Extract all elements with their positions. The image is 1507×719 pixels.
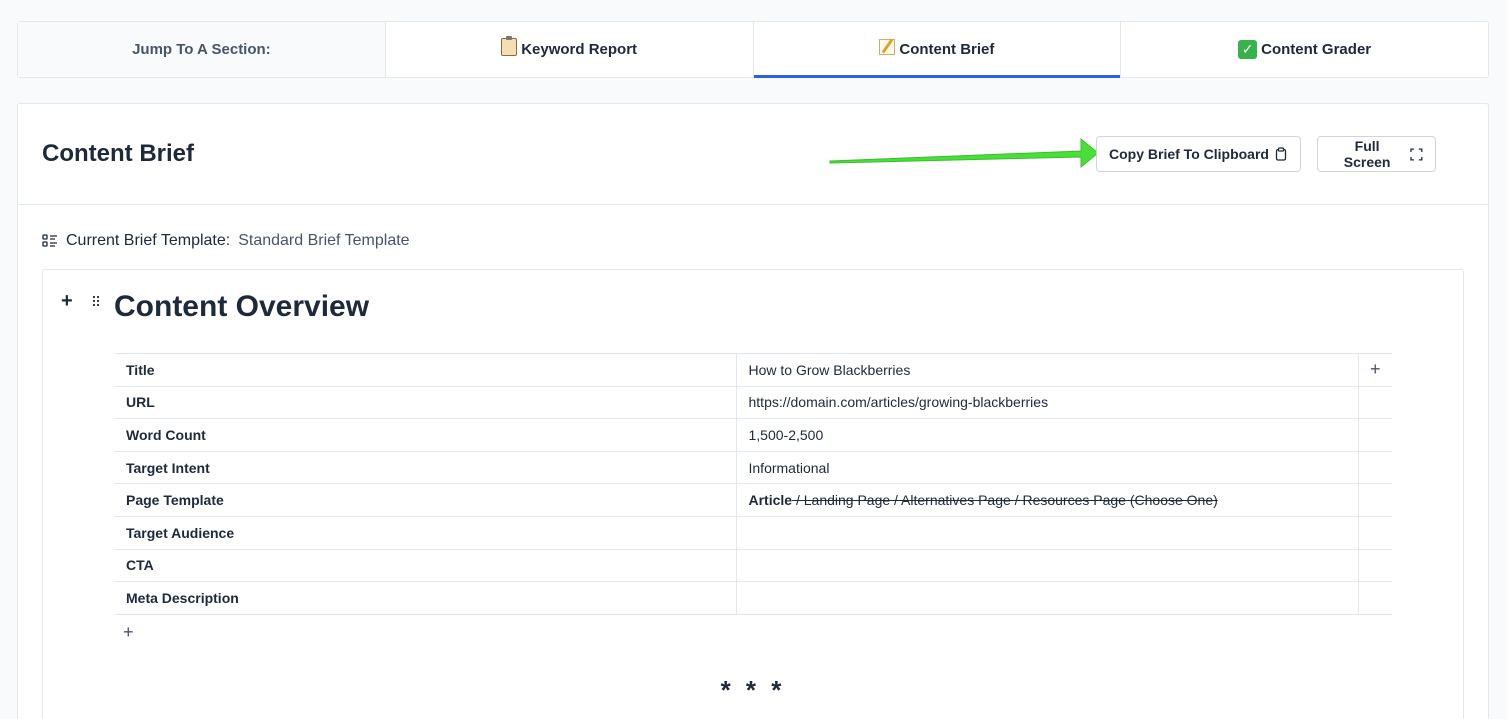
- template-value[interactable]: Standard Brief Template: [238, 232, 409, 250]
- content-brief-panel: Content Brief Copy Brief To Clipboard Fu…: [17, 103, 1489, 719]
- clipboard-icon: [501, 36, 518, 61]
- section-tabs: Jump To A Section: Keyword Report Conten…: [17, 21, 1489, 78]
- template-label: Current Brief Template:: [66, 232, 231, 249]
- table-row: Target Audience: [114, 515, 1392, 550]
- tab-content-grader[interactable]: ✓ Content Grader: [1120, 22, 1488, 77]
- value-bold: Article: [748, 492, 793, 509]
- row-value[interactable]: How to Grow Blackberries: [736, 353, 1359, 387]
- row-key[interactable]: URL: [114, 385, 737, 420]
- table-row: URL https://domain.com/articles/growing-…: [114, 385, 1392, 420]
- brief-editor[interactable]: + Content Overview Title How to Grow Bla…: [42, 269, 1464, 719]
- table-row: CTA: [114, 548, 1392, 583]
- row-value[interactable]: Informational: [736, 450, 1359, 485]
- section-divider: * * *: [720, 675, 786, 705]
- content-overview-table: Title How to Grow Blackberries + URL htt…: [114, 353, 1392, 615]
- template-list-icon: [42, 234, 57, 247]
- table-cell-empty: [1358, 385, 1392, 420]
- row-value[interactable]: https://domain.com/articles/growing-blac…: [736, 385, 1359, 420]
- table-cell-empty: [1358, 418, 1392, 452]
- add-column-icon[interactable]: +: [1358, 353, 1392, 387]
- current-template-line: Current Brief Template: Standard Brief T…: [42, 232, 410, 250]
- check-mark-icon: ✓: [1238, 40, 1258, 59]
- row-value[interactable]: Article / Landing Page / Alternatives Pa…: [736, 483, 1359, 517]
- add-row-icon[interactable]: +: [123, 622, 134, 643]
- row-key[interactable]: Meta Description: [114, 581, 737, 615]
- row-key[interactable]: Page Template: [114, 483, 737, 517]
- tab-jump-label: Jump To A Section:: [18, 22, 385, 77]
- table-row: Page Template Article / Landing Page / A…: [114, 483, 1392, 517]
- copy-brief-button[interactable]: Copy Brief To Clipboard: [1096, 136, 1301, 172]
- full-screen-label: Full Screen: [1343, 138, 1391, 170]
- add-block-icon[interactable]: +: [61, 290, 73, 313]
- tab-keyword-report[interactable]: Keyword Report: [384, 22, 753, 77]
- table-cell-empty: [1358, 483, 1392, 517]
- tab-content-brief-label: Content Brief: [899, 41, 995, 58]
- row-key[interactable]: Target Intent: [114, 450, 737, 485]
- row-key[interactable]: CTA: [114, 548, 737, 583]
- row-key[interactable]: Title: [114, 353, 737, 387]
- table-row: Title How to Grow Blackberries +: [114, 353, 1392, 387]
- tab-keyword-report-label: Keyword Report: [521, 41, 638, 58]
- table-cell-empty: [1358, 515, 1392, 550]
- content-overview-heading: Content Overview: [114, 290, 370, 323]
- row-value[interactable]: 1,500-2,500: [736, 418, 1359, 452]
- memo-icon: [879, 39, 896, 60]
- table-cell-empty: [1358, 548, 1392, 583]
- copy-brief-label: Copy Brief To Clipboard: [1109, 146, 1269, 162]
- tab-content-grader-label: Content Grader: [1261, 41, 1372, 58]
- panel-header: Content Brief Copy Brief To Clipboard Fu…: [18, 104, 1488, 205]
- arrow-pointer-icon: [829, 137, 1099, 169]
- expand-icon: [1410, 147, 1423, 161]
- clipboard-icon: [1275, 147, 1287, 161]
- row-value[interactable]: [736, 581, 1359, 615]
- drag-handle-icon[interactable]: [92, 295, 100, 307]
- table-row: Target Intent Informational: [114, 450, 1392, 485]
- table-row: Meta Description: [114, 581, 1392, 615]
- row-value[interactable]: [736, 515, 1359, 550]
- table-row: Word Count 1,500-2,500: [114, 418, 1392, 452]
- tab-jump-label-text: Jump To A Section:: [132, 41, 271, 58]
- page-title: Content Brief: [42, 140, 194, 167]
- full-screen-button[interactable]: Full Screen: [1317, 136, 1436, 172]
- row-key[interactable]: Word Count: [114, 418, 737, 452]
- table-cell-empty: [1358, 581, 1392, 615]
- value-strikethrough: / Landing Page / Alternatives Page / Res…: [792, 492, 1218, 509]
- row-value[interactable]: [736, 548, 1359, 583]
- table-cell-empty: [1358, 450, 1392, 485]
- row-key[interactable]: Target Audience: [114, 515, 737, 550]
- tab-content-brief[interactable]: Content Brief: [752, 22, 1121, 78]
